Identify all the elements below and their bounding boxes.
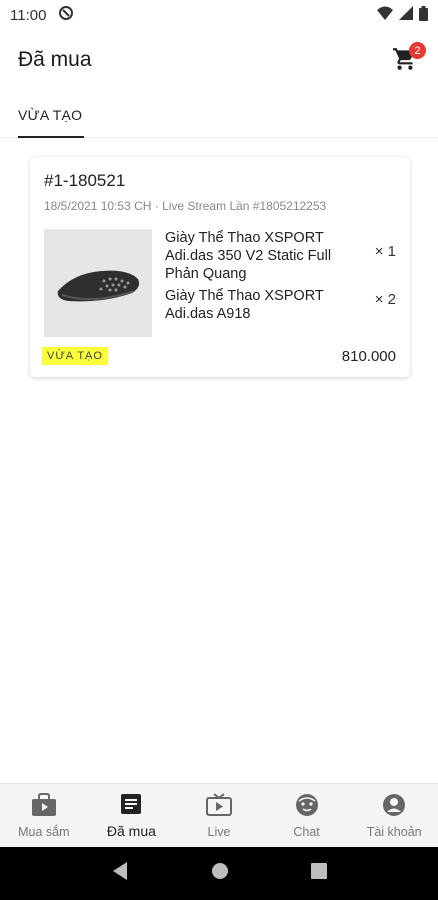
app-bar: Đã mua 2	[0, 38, 438, 82]
order-card[interactable]: #1-180521 18/5/2021 10:53 CH · Live Stre…	[30, 157, 410, 377]
nav-item-tai-khoan[interactable]: Tài khoản	[350, 784, 438, 847]
order-footer: VỪA TẠO 810.000	[42, 347, 396, 365]
item-name: Giày Thể Thao XSPORT Adi.das A918	[165, 288, 324, 322]
nav-label: Chat	[293, 824, 320, 839]
order-items: Giày Thể Thao XSPORT Adi.das 350 V2 Stat…	[44, 229, 396, 337]
product-thumbnail	[44, 229, 152, 337]
cart-icon	[392, 48, 418, 76]
nav-label: Live	[207, 824, 231, 839]
order-total: 810.000	[341, 347, 396, 365]
nav-label: Tài khoản	[366, 824, 422, 839]
item-quantity: × 2	[374, 291, 396, 308]
recents-icon[interactable]	[311, 863, 327, 884]
status-time: 11:00	[10, 6, 47, 24]
status-badge: VỪA TẠO	[42, 347, 108, 365]
tab-vua-tao[interactable]: VỪA TẠO	[18, 92, 84, 138]
account-icon	[382, 793, 406, 822]
system-nav-bar	[0, 847, 438, 900]
nav-label: Mua sắm	[18, 824, 70, 839]
shopping-video-icon	[31, 792, 57, 822]
live-tv-icon	[205, 792, 232, 822]
nav-item-da-mua[interactable]: Đã mua	[88, 784, 176, 847]
item-quantity: × 1	[374, 243, 396, 260]
battery-icon	[419, 5, 428, 25]
nav-item-chat[interactable]: Chat	[263, 784, 351, 847]
order-id: #1-180521	[44, 171, 126, 190]
page-title: Đã mua	[18, 48, 92, 71]
order-tabs: VỪA TẠO	[0, 92, 438, 138]
receipt-icon	[120, 793, 142, 820]
nav-label: Đã mua	[106, 822, 156, 839]
bottom-nav: Mua sắm Đã mua Live Chat Tài khoản	[0, 783, 438, 847]
list-item: Giày Thể Thao XSPORT Adi.das A918 × 2	[165, 287, 396, 323]
wifi-icon	[377, 6, 393, 24]
item-name: Giày Thể Thao XSPORT Adi.das 350 V2 Stat…	[165, 230, 332, 282]
back-icon[interactable]	[111, 861, 129, 886]
tab-indicator	[18, 136, 84, 138]
item-list: Giày Thể Thao XSPORT Adi.das 350 V2 Stat…	[152, 229, 396, 337]
cellular-signal-icon	[399, 6, 413, 24]
status-bar: 11:00	[0, 0, 438, 30]
nav-item-live[interactable]: Live	[175, 784, 263, 847]
cart-count-badge: 2	[409, 42, 426, 59]
data-saver-icon	[58, 5, 74, 25]
tab-label: VỪA TẠO	[18, 107, 83, 123]
nav-item-mua-sam[interactable]: Mua sắm	[0, 784, 88, 847]
order-meta: 18/5/2021 10:53 CH · Live Stream Lần #18…	[44, 199, 327, 213]
list-item: Giày Thể Thao XSPORT Adi.das 350 V2 Stat…	[165, 229, 396, 283]
home-icon[interactable]	[211, 862, 229, 885]
chat-face-icon	[295, 793, 319, 822]
cart-button[interactable]: 2	[392, 42, 426, 76]
